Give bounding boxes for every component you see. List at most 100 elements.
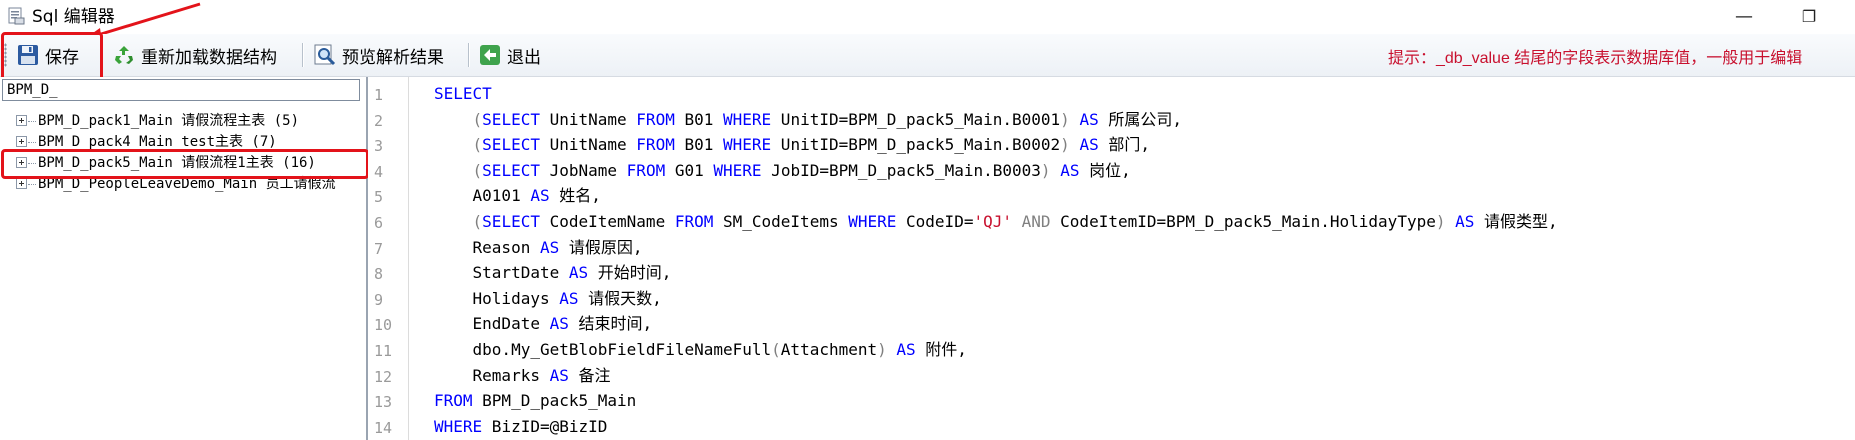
sql-keyword: SELECT — [482, 109, 540, 129]
sql-text: UnitID=BPM_D_pack5_Main.B0001 — [771, 109, 1061, 129]
minimize-button[interactable]: — — [1730, 4, 1758, 30]
sql-keyword: AS — [539, 237, 560, 257]
sql-text: Holidays — [434, 288, 560, 308]
table-search-input[interactable] — [2, 79, 360, 101]
reload-structure-button[interactable]: 重新加载数据结构 — [112, 40, 277, 70]
line-number: 13 — [374, 393, 393, 412]
sql-operator: ( — [472, 135, 483, 155]
sql-keyword: AS — [549, 314, 569, 334]
line-number: 11 — [374, 342, 393, 360]
line-number: 8 — [374, 265, 384, 284]
tree-node-label: BPM_D_PeopleLeaveDemo_Main 员工请假流 — [38, 176, 336, 192]
code-line: (SELECT UnitName FROM B01 WHERE UnitID=B… — [434, 135, 1150, 155]
sql-keyword: WHERE — [723, 135, 772, 155]
sql-text: BizID=@BizID — [482, 416, 608, 436]
toolbar-separator — [468, 43, 469, 67]
sql-keyword: FROM — [636, 135, 675, 155]
expand-icon[interactable] — [16, 157, 27, 168]
sql-text: Remarks — [434, 365, 550, 385]
code-line: Remarks AS 备注 — [434, 366, 611, 386]
sql-text: 附件, — [915, 340, 967, 359]
code-line: Reason AS 请假原因, — [434, 238, 643, 258]
sql-text: B01 — [674, 109, 723, 129]
sql-keyword: SELECT — [434, 84, 492, 103]
line-number: 5 — [374, 188, 384, 207]
expand-icon[interactable] — [16, 178, 27, 189]
line-number: 12 — [374, 367, 393, 386]
sql-keyword: AS — [549, 365, 569, 385]
tree-node[interactable]: BPM_D_PeopleLeaveDemo_Main 员工请假流 — [0, 174, 366, 195]
sql-text: 备注 — [568, 365, 611, 385]
tree-connector — [28, 142, 36, 143]
line-number: 14 — [374, 418, 393, 437]
line-number: 2 — [374, 111, 384, 130]
sql-text: StartDate — [434, 263, 569, 283]
title-bar: Sql 编辑器 — ❐ — [0, 0, 1855, 34]
sql-text: UnitID=BPM_D_pack5_Main.B0002 — [771, 135, 1061, 155]
expand-icon[interactable] — [16, 136, 27, 147]
tree-node-selected[interactable]: BPM_D_pack5_Main 请假流程1主表 (16) — [0, 153, 366, 174]
preview-result-button[interactable]: 预览解析结果 — [313, 40, 444, 70]
sql-keyword: WHERE — [713, 160, 762, 180]
sql-operator: ( — [771, 340, 781, 359]
sql-text: CodeItemID=BPM_D_pack5_Main.HolidayType — [1050, 212, 1436, 231]
code-line: FROM BPM_D_pack5_Main — [434, 391, 636, 411]
code-line: Holidays AS 请假天数, — [434, 289, 662, 309]
sql-text: UnitName — [539, 135, 637, 155]
sql-text: CodeItemName — [539, 212, 675, 231]
sql-text: 结束时间, — [568, 314, 653, 334]
tree-node-label: BPM_D_pack1_Main 请假流程主表 (5) — [38, 113, 300, 129]
sql-operator: ) — [1060, 109, 1070, 129]
exit-button[interactable]: 退出 — [478, 40, 541, 70]
sql-keyword: FROM — [434, 391, 473, 411]
exit-button-label: 退出 — [507, 47, 541, 67]
expand-icon[interactable] — [16, 115, 27, 126]
sql-text: 所属公司, — [1098, 109, 1182, 129]
save-button[interactable]: 保存 — [16, 40, 79, 70]
sql-text: 请假天数, — [578, 288, 662, 308]
sql-text: A0101 — [434, 186, 531, 206]
line-number: 1 — [374, 86, 384, 104]
sql-keyword: AS — [1060, 160, 1080, 180]
code-line: (SELECT JobName FROM G01 WHERE JobID=BPM… — [434, 161, 1131, 181]
floppy-disk-icon — [18, 45, 38, 65]
table-tree: BPM_D_pack1_Main 请假流程主表 (5) BPM_D_pack4_… — [0, 111, 366, 195]
sql-text: Attachment — [780, 340, 878, 359]
sql-operator: AND — [1021, 212, 1051, 231]
sql-text: 部门, — [1098, 135, 1150, 155]
sql-text: B01 — [674, 135, 723, 155]
sql-keyword: SELECT — [482, 160, 540, 180]
sql-text: 岗位, — [1079, 160, 1131, 180]
sql-text: dbo.My_GetBlobFieldFileNameFull — [434, 340, 772, 359]
sql-text: JobName — [539, 160, 627, 180]
line-number: 7 — [374, 239, 384, 258]
sql-code-editor[interactable]: SELECT (SELECT UnitName FROM B01 WHERE U… — [409, 77, 1855, 440]
code-line: (SELECT UnitName FROM B01 WHERE UnitID=B… — [434, 110, 1182, 130]
sql-text: BPM_D_pack5_Main — [472, 391, 637, 411]
sql-keyword: AS — [1079, 109, 1099, 129]
tree-connector — [28, 163, 36, 164]
code-line: EndDate AS 结束时间, — [434, 314, 653, 334]
tree-node[interactable]: BPM_D_pack4_Main test主表 (7) — [0, 132, 366, 153]
code-line: dbo.My_GetBlobFieldFileNameFull(Attachme… — [434, 340, 967, 360]
maximize-button[interactable]: ❐ — [1795, 4, 1823, 30]
reload-structure-label: 重新加载数据结构 — [141, 47, 277, 67]
sql-text: 姓名, — [549, 186, 601, 206]
toolbar-separator — [100, 43, 101, 67]
tree-node[interactable]: BPM_D_pack1_Main 请假流程主表 (5) — [0, 111, 366, 132]
sql-string: 'QJ' — [973, 212, 1012, 231]
tree-connector — [28, 121, 36, 122]
sql-operator: ) — [1040, 160, 1051, 180]
code-line: (SELECT CodeItemName FROM SM_CodeItems W… — [434, 212, 1558, 232]
toolbar-grip[interactable] — [4, 43, 7, 67]
sql-keyword: AS — [568, 263, 589, 283]
line-number: 4 — [374, 162, 384, 181]
sql-keyword: SELECT — [482, 135, 540, 155]
code-line: WHERE BizID=@BizID — [434, 417, 607, 437]
sql-editor-app-icon — [8, 7, 25, 25]
sql-operator: ( — [472, 109, 483, 129]
